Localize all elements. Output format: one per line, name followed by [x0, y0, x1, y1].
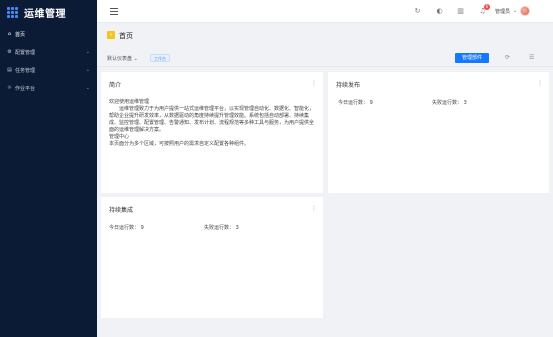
page-title: 首页 — [119, 32, 133, 40]
dashboard-toolbar: 默认仪表盘 ⌄ 工作台 管理部件 ⟳ ☰ — [97, 49, 553, 67]
menu-toggle-icon[interactable] — [110, 8, 118, 15]
sidebar-item-tasks[interactable]: ▤ 任务管理 ⌄ — [0, 61, 97, 79]
dashboard-tag[interactable]: 工作台 — [150, 54, 170, 62]
today-runs: 今日运行数： 9 — [109, 225, 144, 231]
app-grid-icon — [7, 7, 18, 18]
chevron-down-icon[interactable]: ⌄ — [513, 8, 517, 14]
layout-icon[interactable]: ▥ — [457, 8, 464, 15]
avatar[interactable] — [520, 6, 530, 16]
bell-icon[interactable]: ♫ 6 — [479, 4, 490, 15]
manage-widgets-button[interactable]: 管理部件 — [455, 53, 489, 63]
failed-runs: 失败运行数： 3 — [204, 225, 239, 231]
job-icon: ☼ — [7, 85, 12, 91]
sync-icon[interactable]: ⟳ — [505, 54, 510, 61]
sidebar: 运维管理 ⌂ 首页 ⚙ 配置管理 ⌄ ▤ 任务管理 ⌄ ☼ 作业平台 ⌄ — [0, 0, 97, 337]
refresh-icon[interactable]: ↻ — [414, 8, 421, 15]
intro-description: 运维管理致力于为用户提供一站式运维管理平台，以实现管理自动化、数据化、智能化，帮… — [109, 106, 315, 133]
user-name[interactable]: 管理员 — [495, 8, 510, 15]
home-badge-icon: » — [107, 31, 115, 39]
sidebar-item-label: 作业平台 — [15, 85, 36, 92]
intro-note: 本页面分为多个区域，可按照用户的需求自定义配置各种组件。 — [109, 141, 250, 147]
settings-icon: ⚙ — [7, 49, 12, 55]
today-runs: 今日运行数： 9 — [338, 100, 373, 106]
more-icon[interactable]: ⋮ — [311, 80, 317, 87]
list-icon[interactable]: ☰ — [529, 54, 534, 61]
intro-section: 管理中心 — [109, 134, 130, 140]
intro-card: 简介 ⋮ 欢迎使用运维管理 运维管理致力于为用户提供一站式运维管理平台，以实现管… — [101, 72, 323, 193]
card-body: 欢迎使用运维管理 运维管理致力于为用户提供一站式运维管理平台，以实现管理自动化、… — [109, 99, 315, 148]
sidebar-item-label: 首页 — [15, 31, 26, 38]
integration-card: 持续集成 ⋮ 今日运行数： 9 失败运行数： 3 — [101, 197, 323, 318]
brand-title: 运维管理 — [24, 9, 66, 20]
more-icon[interactable]: ⋮ — [311, 205, 317, 212]
sidebar-item-label: 任务管理 — [15, 67, 36, 74]
fullscreen-icon[interactable]: ◐ — [436, 8, 443, 15]
brand[interactable]: 运维管理 — [0, 0, 97, 25]
card-title: 简介 — [109, 82, 122, 89]
sidebar-item-config[interactable]: ⚙ 配置管理 ⌄ — [0, 43, 97, 61]
task-icon: ▤ — [7, 67, 12, 73]
card-title: 持续发布 — [336, 82, 361, 89]
dashboard-select-label: 默认仪表盘 — [107, 56, 133, 62]
sidebar-item-jobs[interactable]: ☼ 作业平台 ⌄ — [0, 79, 97, 97]
page-header: » 首页 — [97, 24, 553, 46]
top-bar: ↻ ◐ ▥ ♫ 6 管理员 ⌄ — [97, 0, 553, 23]
card-title: 持续集成 — [109, 207, 134, 214]
failed-runs: 失败运行数： 3 — [432, 100, 467, 106]
sidebar-item-home[interactable]: ⌂ 首页 — [0, 25, 97, 43]
intro-welcome: 欢迎使用运维管理 — [109, 99, 150, 105]
more-icon[interactable]: ⋮ — [537, 80, 543, 87]
dashboard-select[interactable]: 默认仪表盘 ⌄ — [107, 55, 138, 62]
chevron-down-icon: ⌄ — [85, 49, 90, 55]
home-icon: ⌂ — [7, 31, 12, 37]
notification-badge: 6 — [484, 4, 490, 10]
chevron-down-icon: ⌄ — [85, 85, 90, 91]
chevron-down-icon: ⌄ — [85, 67, 90, 73]
sidebar-item-label: 配置管理 — [15, 49, 36, 56]
release-card: 持续发布 ⋮ 今日运行数： 9 失败运行数： 3 — [328, 72, 549, 193]
